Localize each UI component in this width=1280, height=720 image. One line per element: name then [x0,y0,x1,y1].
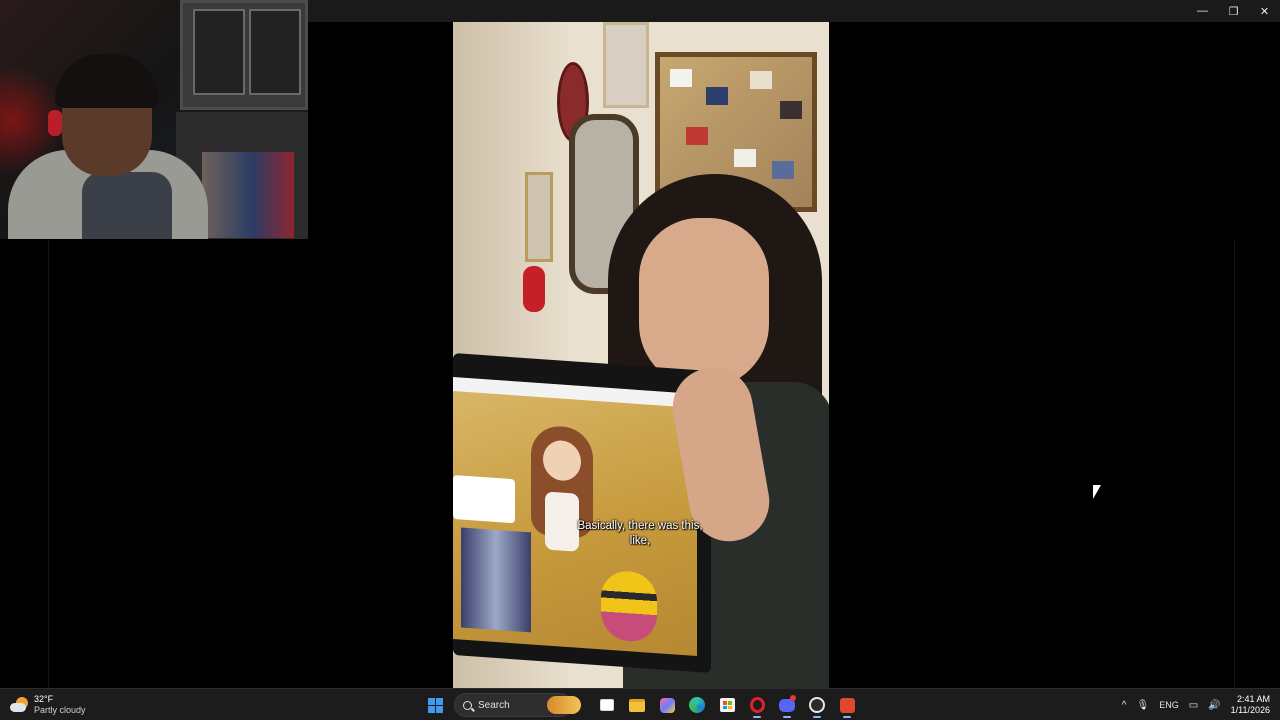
weather-condition: Partly cloudy [34,705,86,715]
opera-gx-icon[interactable] [746,694,768,718]
window-title-bar[interactable]: — ❐ ✕ [308,0,1280,22]
tablet-screen [453,376,697,657]
start-button[interactable] [424,694,446,716]
restore-button[interactable]: ❐ [1218,0,1249,22]
framed-picture [525,172,553,262]
weather-widget[interactable]: 32°F Partly cloudy [10,693,86,717]
taskbar-center: Search [424,692,858,718]
streamer-hair [55,54,159,108]
video-subtitle: Basically, there was this, like, [565,519,715,549]
microsoft-store-icon[interactable] [716,694,738,716]
search-icon [463,700,472,710]
input-language[interactable]: ENG [1159,700,1179,710]
file-explorer-icon[interactable] [626,694,648,716]
divider [48,239,49,688]
network-icon[interactable]: ▭ [1189,700,1198,711]
mouse-cursor-icon [1093,485,1101,499]
taskbar-search[interactable]: Search [454,693,581,717]
shirt [82,172,172,239]
task-view-icon[interactable] [596,694,618,716]
bee-costume-avatar [601,569,657,644]
volume-icon[interactable]: 🔊 [1208,700,1220,711]
wall-poster [603,22,649,108]
tablet-status-bar [453,376,697,409]
window-controls: — ❐ ✕ [1187,0,1280,22]
paint-app-icon[interactable] [656,694,678,716]
speech-bubble [453,474,515,524]
weather-text: 32°F Partly cloudy [34,694,86,716]
microphone-icon[interactable]: 🎙 [1137,700,1150,711]
weather-temperature: 32°F [34,694,54,704]
background-cabinet [180,0,308,110]
search-highlight-icon [547,696,581,714]
discord-icon[interactable] [776,694,798,718]
headset-icon [48,110,62,136]
photo-note [780,101,802,119]
stream-app-icon[interactable] [836,694,858,718]
webcam-overlay [0,0,308,239]
search-label: Search [478,699,510,711]
photo-note [734,149,756,167]
photo-note [670,69,692,87]
clock-date: 1/11/2026 [1230,705,1270,715]
person-face [639,218,769,388]
obs-studio-icon[interactable] [806,694,828,718]
photo-note [706,87,728,105]
edge-browser-icon[interactable] [686,694,708,716]
photo-note [750,71,772,89]
red-cap [523,266,545,312]
desktop-screen: — ❐ ✕ Basically, there was this, like, 3… [0,0,1280,720]
cabinet-pane [193,9,245,95]
game-background-figures [461,527,531,633]
clock-time: 2:41 AM [1236,694,1270,704]
photo-note [772,161,794,179]
photo-note [686,127,708,145]
divider [1234,239,1235,688]
windows-logo-icon [427,697,443,713]
subtitle-line: like, [629,535,651,547]
system-tray: ^ 🎙 ENG ▭ 🔊 2:41 AM 1/11/2026 [1122,692,1270,718]
video-player[interactable]: Basically, there was this, like, [453,22,829,688]
close-button[interactable]: ✕ [1249,0,1280,22]
tray-overflow-chevron-icon[interactable]: ^ [1122,700,1127,711]
cabinet-pane [249,9,301,95]
collectible-boxes [202,152,294,238]
partly-cloudy-icon [10,697,28,713]
taskbar: 32°F Partly cloudy Search ^ 🎙 ENG ▭ 🔊 2:… [0,688,1280,720]
taskbar-clock[interactable]: 2:41 AM 1/11/2026 [1231,694,1270,716]
subtitle-line: Basically, there was this, [577,520,703,532]
minimize-button[interactable]: — [1187,0,1218,22]
